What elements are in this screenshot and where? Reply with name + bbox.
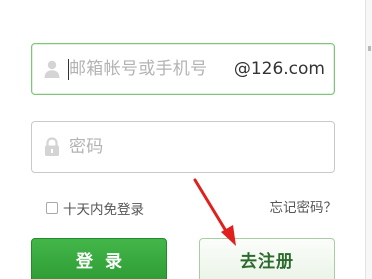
domain-suffix: @126.com	[233, 59, 325, 79]
account-field[interactable]: 邮箱帐号或手机号 @126.com	[31, 43, 335, 95]
password-placeholder: 密码	[69, 137, 104, 157]
remember-me[interactable]: 十天内免登录	[46, 198, 144, 218]
lock-icon	[43, 137, 61, 157]
user-icon	[43, 59, 61, 79]
login-button[interactable]: 登录	[31, 238, 167, 279]
login-panel: 邮箱帐号或手机号 @126.com 密码 十天内免登录 忘记密码？ 登录 去注册	[0, 0, 372, 279]
scrollbar[interactable]	[365, 0, 372, 279]
account-placeholder: 邮箱帐号或手机号	[69, 59, 208, 79]
remember-checkbox[interactable]	[46, 202, 58, 214]
remember-label: 十天内免登录	[63, 202, 144, 218]
register-button[interactable]: 去注册	[199, 238, 335, 279]
password-field[interactable]: 密码	[31, 121, 335, 173]
forgot-password-link[interactable]: 忘记密码？	[270, 198, 338, 218]
